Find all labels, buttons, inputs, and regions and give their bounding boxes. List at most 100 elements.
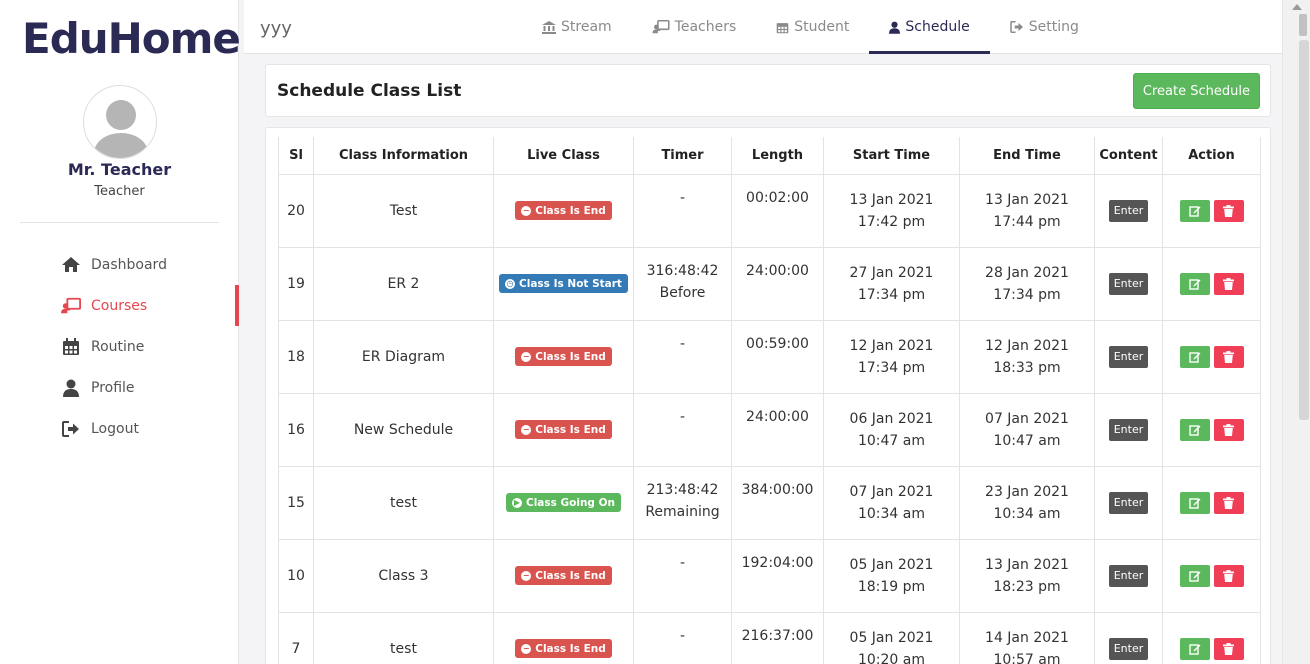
enter-button[interactable]: Enter (1108, 345, 1149, 368)
delete-button[interactable] (1213, 199, 1244, 222)
end-date: 14 Jan 2021 (985, 629, 1069, 646)
edit-icon (1188, 424, 1200, 436)
scrollbar-track[interactable] (1299, 40, 1309, 420)
row-live-class: − Class Is End (493, 538, 634, 613)
start-clock: 10:34 am (857, 505, 925, 522)
row-timer: - (633, 611, 732, 664)
status-label: Class Is End (535, 423, 606, 436)
trash-icon (1223, 204, 1234, 217)
row-content: Enter (1094, 173, 1163, 248)
trash-icon (1223, 350, 1234, 363)
row-sl: 19 (278, 246, 314, 321)
trash-icon (1223, 423, 1234, 436)
tab-schedule[interactable]: Schedule (869, 0, 990, 54)
tab-stream[interactable]: Stream (522, 0, 632, 54)
row-length: 24:00:00 (731, 246, 824, 321)
edit-button[interactable] (1179, 564, 1210, 587)
edit-button[interactable] (1179, 345, 1210, 368)
user-role: Teacher (94, 184, 145, 199)
status-badge: − Class Is End (515, 420, 612, 440)
delete-button[interactable] (1213, 491, 1244, 514)
enter-button[interactable]: Enter (1108, 491, 1149, 514)
row-live-class: − Class Is End (493, 611, 634, 664)
delete-button[interactable] (1213, 345, 1244, 368)
top-navbar: yyy Stream Teachers Student Schedule Set… (244, 0, 1282, 54)
row-end-time: 28 Jan 2021 17:34 pm (959, 246, 1095, 321)
row-sl: 18 (278, 319, 314, 394)
table-row: 16 New Schedule − Class Is End - 24:00:0… (278, 392, 1261, 467)
status-label: Class Going On (525, 496, 616, 509)
start-date: 07 Jan 2021 (849, 483, 934, 500)
sidebar: EduHome Mr. Teacher Teacher Dashboard Co… (0, 0, 241, 664)
sidebar-item-dashboard[interactable]: Dashboard (0, 244, 239, 285)
tab-student[interactable]: Student (756, 0, 869, 54)
row-length: 384:00:00 (731, 465, 824, 540)
schedule-table: Sl Class Information Live Class Timer Le… (278, 137, 1261, 664)
row-live-class: ▶ Class Going On (493, 465, 634, 540)
scrollbar-thumb[interactable] (1299, 14, 1307, 36)
end-clock: 10:34 am (993, 505, 1061, 522)
sidebar-item-routine[interactable]: Routine (0, 326, 239, 367)
sidebar-item-profile[interactable]: Profile (0, 367, 239, 408)
row-end-time: 13 Jan 2021 18:23 pm (959, 538, 1095, 613)
page-scrollbar[interactable] (1282, 0, 1310, 664)
row-live-class: − Class Is End (493, 392, 634, 467)
row-start-time: 07 Jan 2021 10:34 am (823, 465, 960, 540)
timer-line: - (679, 189, 686, 206)
table-row: 20 Test − Class Is End - 00:02:00 13 Jan… (278, 173, 1261, 248)
row-action (1162, 246, 1261, 321)
status-badge: − Class Is End (515, 639, 612, 659)
column-header: End Time (959, 137, 1095, 175)
tab-setting[interactable]: Setting (990, 0, 1099, 54)
row-live-class: − Class Is End (493, 319, 634, 394)
row-live-class: − Class Is End (493, 173, 634, 248)
row-class-info: Test (313, 173, 494, 248)
start-date: 05 Jan 2021 (849, 629, 934, 646)
row-content: Enter (1094, 538, 1163, 613)
row-live-class: ◷ Class Is Not Start (493, 246, 634, 321)
scroll-up-arrow-icon[interactable] (1292, 4, 1302, 10)
status-icon: − (521, 643, 532, 654)
create-schedule-button[interactable]: Create Schedule (1132, 73, 1260, 109)
edit-button[interactable] (1179, 199, 1210, 222)
enter-button[interactable]: Enter (1108, 418, 1149, 441)
column-header: Content (1094, 137, 1163, 175)
row-end-time: 23 Jan 2021 10:34 am (959, 465, 1095, 540)
row-timer: 316:48:42 Before (633, 246, 732, 321)
brand-logo[interactable]: EduHome (22, 14, 241, 63)
column-header: Start Time (823, 137, 960, 175)
schedule-header: Schedule Class List Create Schedule (265, 64, 1271, 117)
status-badge: − Class Is End (515, 566, 612, 586)
enter-button[interactable]: Enter (1108, 564, 1149, 587)
edit-button[interactable] (1179, 272, 1210, 295)
delete-button[interactable] (1213, 637, 1244, 660)
top-tabs: Stream Teachers Student Schedule Setting (522, 0, 1099, 54)
delete-button[interactable] (1213, 564, 1244, 587)
delete-button[interactable] (1213, 418, 1244, 441)
edit-button[interactable] (1179, 418, 1210, 441)
schedule-table-card: Sl Class Information Live Class Timer Le… (265, 127, 1271, 664)
row-start-time: 05 Jan 2021 18:19 pm (823, 538, 960, 613)
start-clock: 18:19 pm (857, 578, 926, 595)
enter-button[interactable]: Enter (1108, 637, 1149, 660)
sidebar-item-logout[interactable]: Logout (0, 408, 239, 449)
row-end-time: 12 Jan 2021 18:33 pm (959, 319, 1095, 394)
enter-button[interactable]: Enter (1108, 199, 1149, 222)
timer-line: 213:48:42 (646, 481, 719, 498)
edit-icon (1188, 643, 1200, 655)
tab-teachers[interactable]: Teachers (632, 0, 757, 54)
sidebar-item-courses[interactable]: Courses (0, 285, 239, 326)
enter-button[interactable]: Enter (1108, 272, 1149, 295)
delete-button[interactable] (1213, 272, 1244, 295)
edit-button[interactable] (1179, 637, 1210, 660)
row-timer: - (633, 392, 732, 467)
start-date: 13 Jan 2021 (849, 191, 934, 208)
calendar-icon (776, 21, 789, 34)
edit-button[interactable] (1179, 491, 1210, 514)
timer-line: - (679, 554, 686, 571)
calendar-icon (61, 337, 81, 356)
edit-icon (1188, 351, 1200, 363)
end-clock: 17:34 pm (993, 286, 1061, 303)
tab-label: Setting (1028, 19, 1079, 35)
table-row: 19 ER 2 ◷ Class Is Not Start 316:48:42 Be… (278, 246, 1261, 321)
